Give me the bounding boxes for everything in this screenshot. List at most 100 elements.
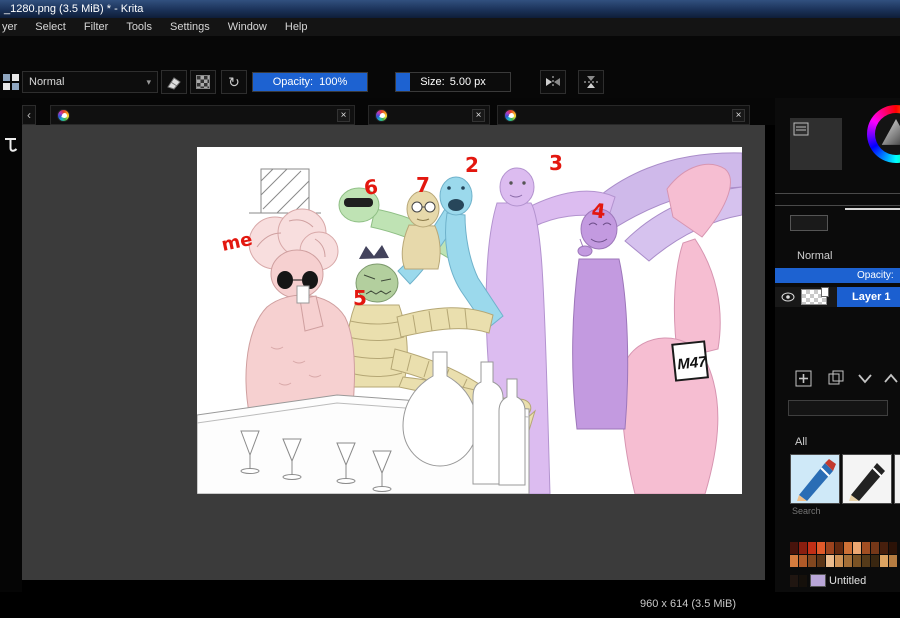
opacity-slider[interactable]: Opacity: 100% bbox=[252, 72, 368, 92]
docker-tab[interactable] bbox=[790, 215, 828, 231]
layer-name-selected[interactable]: Layer 1 bbox=[837, 287, 900, 307]
transform-tool-icon[interactable] bbox=[3, 136, 19, 154]
palette-swatch[interactable] bbox=[808, 555, 816, 567]
palette-swatch[interactable] bbox=[790, 542, 798, 554]
toolbar: Normal ▾ ↻ Opacity: 100% Size: 5.00 px bbox=[0, 36, 900, 98]
brush-blend-mode-value: Normal bbox=[29, 76, 65, 88]
reload-preset-button[interactable]: ↻ bbox=[221, 70, 247, 94]
move-layer-up-button[interactable] bbox=[883, 372, 899, 384]
palette-swatch[interactable] bbox=[889, 555, 897, 567]
image-dimensions-status: 960 x 614 (3.5 MiB) bbox=[640, 598, 736, 610]
menu-item-layer[interactable]: yer bbox=[0, 21, 26, 33]
palette-swatch[interactable] bbox=[880, 555, 888, 567]
size-slider[interactable]: Size: 5.00 px bbox=[395, 72, 511, 92]
annotation-7: 7 bbox=[416, 173, 430, 197]
menu-item-window[interactable]: Window bbox=[219, 21, 276, 33]
palette-swatch[interactable] bbox=[862, 542, 870, 554]
size-label: Size: bbox=[420, 76, 445, 88]
canvas-viewport[interactable]: M47 me 6 7 2 3 4 5 bbox=[22, 125, 765, 580]
tab-close-button[interactable]: × bbox=[337, 108, 350, 122]
brush-preset-pencil-black[interactable] bbox=[842, 454, 892, 504]
document-tab[interactable]: × bbox=[368, 105, 490, 125]
close-icon: × bbox=[340, 109, 347, 121]
palette-extra-row bbox=[790, 574, 807, 587]
preserve-alpha-button[interactable] bbox=[190, 70, 216, 94]
menu-item-settings[interactable]: Settings bbox=[161, 21, 219, 33]
layer-opacity-slider[interactable]: Opacity: bbox=[775, 268, 900, 283]
tab-close-button[interactable]: × bbox=[732, 108, 745, 122]
artist-signature: M47 bbox=[671, 340, 709, 382]
palette-swatch[interactable] bbox=[889, 542, 897, 554]
docker-splitter[interactable] bbox=[845, 208, 900, 210]
mirror-horizontal-button[interactable] bbox=[540, 70, 566, 94]
mirror-vertical-button[interactable] bbox=[578, 70, 604, 94]
menu-item-tools[interactable]: Tools bbox=[117, 21, 161, 33]
palette-swatch[interactable] bbox=[790, 555, 798, 567]
add-layer-button[interactable] bbox=[795, 370, 812, 387]
move-layer-down-button[interactable] bbox=[857, 372, 873, 384]
palette-swatch[interactable] bbox=[871, 555, 879, 567]
layer-opacity-label: Opacity: bbox=[857, 270, 894, 281]
palette-swatch[interactable] bbox=[880, 542, 888, 554]
palette-name-label: Untitled bbox=[829, 574, 867, 587]
palette-swatch[interactable] bbox=[844, 542, 852, 554]
palette-entry-row[interactable]: Untitled bbox=[790, 574, 866, 587]
eraser-toggle-button[interactable] bbox=[161, 70, 187, 94]
brush-preset-pencil-gray[interactable] bbox=[894, 454, 900, 504]
layer-visibility-eye-icon[interactable] bbox=[781, 292, 795, 302]
palette-swatch[interactable] bbox=[853, 555, 861, 567]
workspace-chooser-icon[interactable] bbox=[3, 74, 19, 90]
menu-item-help[interactable]: Help bbox=[276, 21, 317, 33]
statusbar: 960 x 614 (3.5 MiB) bbox=[0, 592, 900, 618]
signature-text: M47 bbox=[677, 353, 708, 373]
brush-preset-pencil-blue[interactable] bbox=[790, 454, 840, 504]
palette-swatch[interactable] bbox=[853, 542, 861, 554]
layer-filter-dropdown[interactable] bbox=[788, 400, 888, 416]
annotation-5: 5 bbox=[353, 286, 367, 310]
palette-swatch[interactable] bbox=[862, 555, 870, 567]
palette-swatch[interactable] bbox=[799, 555, 807, 567]
tab-close-button[interactable]: × bbox=[472, 108, 485, 122]
opacity-value: 100% bbox=[319, 76, 348, 88]
layer-blend-mode-dropdown[interactable]: Normal bbox=[775, 250, 900, 266]
preset-search-input[interactable] bbox=[792, 506, 887, 516]
layer-row[interactable]: Layer 1 bbox=[775, 287, 900, 307]
canvas-image[interactable]: M47 me 6 7 2 3 4 5 bbox=[197, 147, 742, 494]
palette-swatch[interactable] bbox=[799, 542, 807, 554]
layer-badge-icon bbox=[821, 287, 829, 297]
palette-swatch[interactable] bbox=[835, 555, 843, 567]
palette-swatch[interactable] bbox=[844, 555, 852, 567]
size-slider-fill bbox=[396, 73, 410, 91]
krita-window: _1280.png (3.5 MiB) * - Krita yer Select… bbox=[0, 0, 900, 618]
tab-scroll-left-button[interactable]: ‹ bbox=[22, 105, 36, 125]
palette-swatch[interactable] bbox=[835, 542, 843, 554]
palette-swatch[interactable] bbox=[871, 542, 879, 554]
titlebar[interactable]: _1280.png (3.5 MiB) * - Krita bbox=[0, 0, 900, 18]
color-selector-docker[interactable] bbox=[790, 118, 842, 170]
eraser-icon bbox=[167, 77, 181, 90]
palette-swatch[interactable] bbox=[808, 542, 816, 554]
docker-settings-icon[interactable] bbox=[793, 122, 809, 136]
opacity-label: Opacity: bbox=[272, 76, 314, 88]
pencil-icon bbox=[849, 463, 885, 501]
menu-item-filter[interactable]: Filter bbox=[75, 21, 117, 33]
palette-swatch[interactable] bbox=[817, 555, 825, 567]
document-tab[interactable]: × bbox=[50, 105, 355, 125]
palette-swatch[interactable] bbox=[826, 555, 834, 567]
document-tab[interactable]: × bbox=[497, 105, 750, 125]
chevron-down-icon: ▾ bbox=[146, 76, 151, 87]
preset-tag-filter[interactable]: All bbox=[775, 436, 900, 448]
preset-tag-value: All bbox=[795, 436, 808, 448]
brush-blend-mode-dropdown[interactable]: Normal ▾ bbox=[22, 71, 158, 93]
reload-icon: ↻ bbox=[228, 73, 240, 90]
color-wheel[interactable] bbox=[867, 105, 900, 163]
alpha-checker-icon bbox=[196, 75, 210, 89]
palette-swatch[interactable] bbox=[799, 574, 807, 587]
menu-item-select[interactable]: Select bbox=[26, 21, 75, 33]
duplicate-layer-button[interactable] bbox=[828, 370, 845, 387]
palette-selected-swatch[interactable] bbox=[810, 574, 826, 587]
pencil-icon bbox=[895, 455, 900, 503]
palette-swatch[interactable] bbox=[826, 542, 834, 554]
palette-swatch[interactable] bbox=[817, 542, 825, 554]
palette-swatch[interactable] bbox=[790, 574, 798, 587]
